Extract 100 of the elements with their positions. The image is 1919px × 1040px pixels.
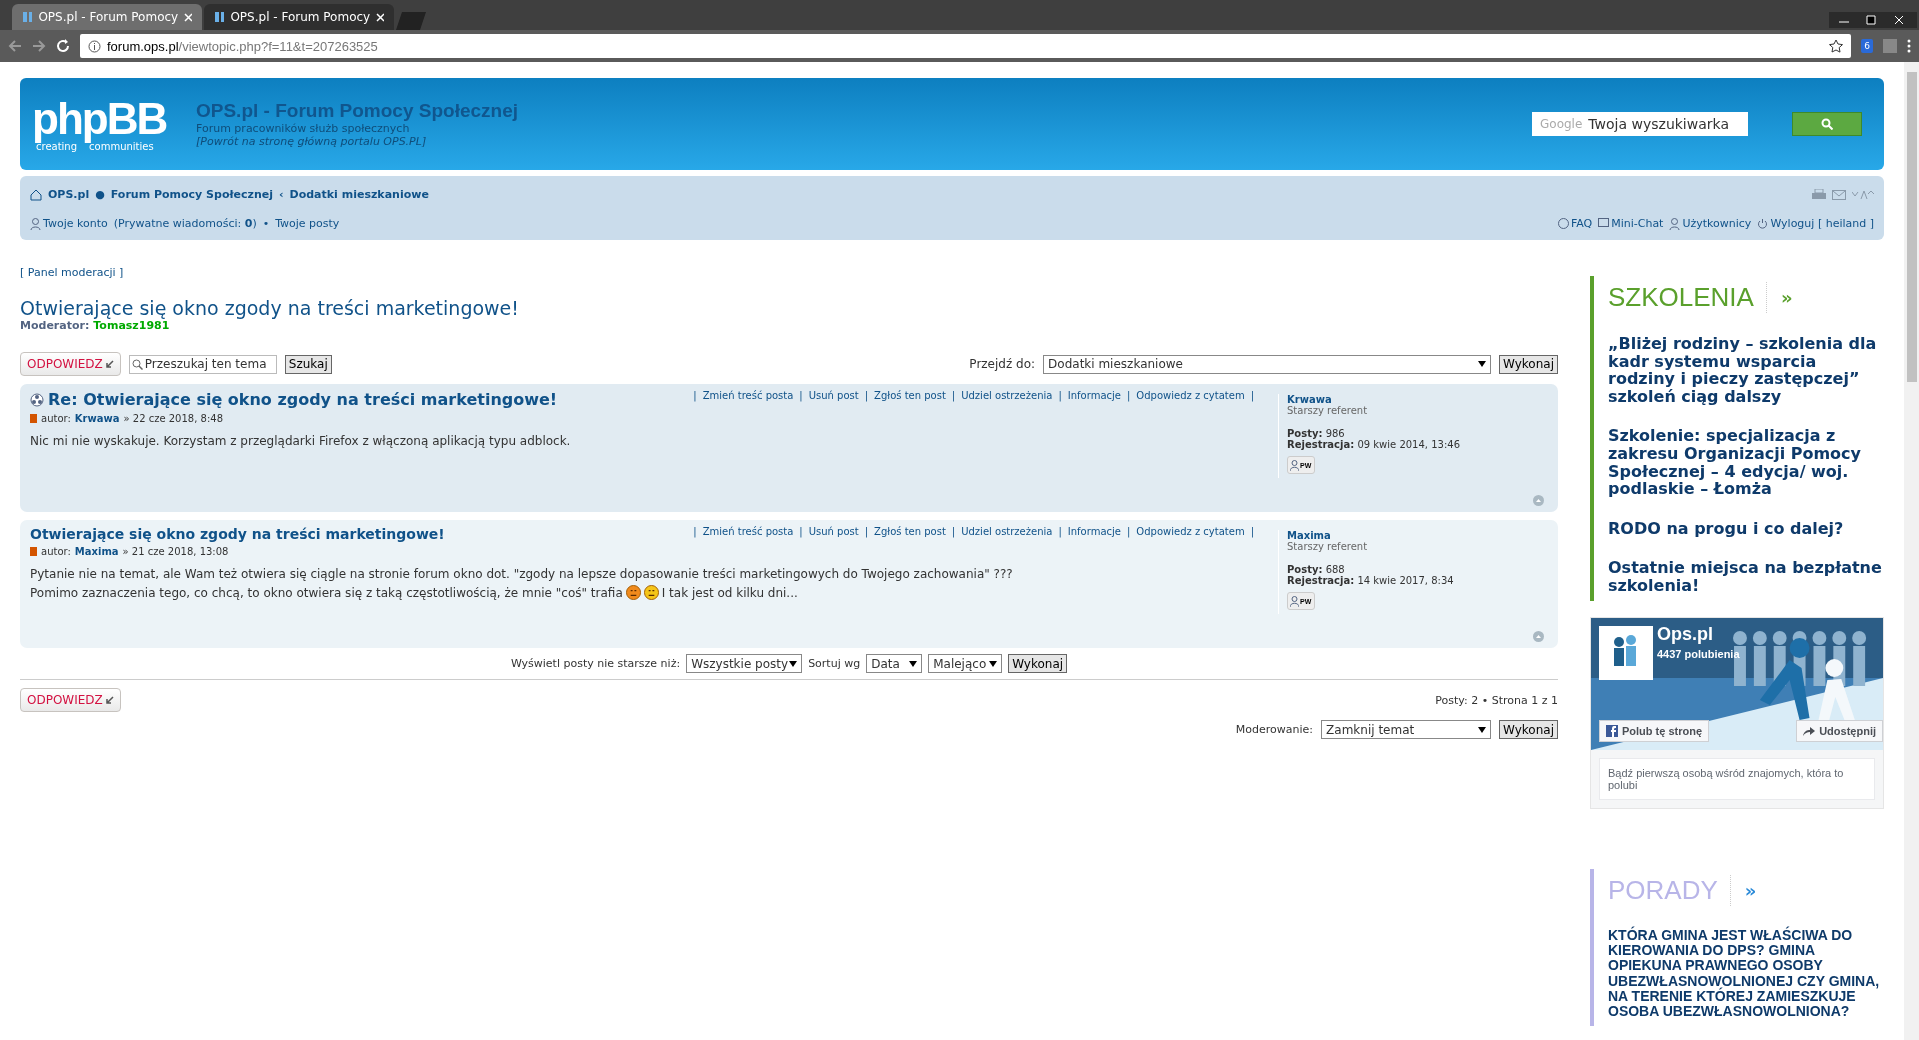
font-size-icon[interactable] — [1852, 189, 1874, 200]
post-action-link[interactable]: Odpowiedz z cytatem — [1136, 390, 1245, 401]
post-action-link[interactable]: Zmień treść posta — [702, 526, 794, 537]
dropdown-select[interactable]: Wszystkie posty — [686, 654, 803, 673]
post-action-link[interactable]: Informacje — [1067, 390, 1121, 401]
account-link[interactable]: Twoje konto — [30, 217, 108, 230]
dropdown-select[interactable]: Zamknij temat — [1321, 720, 1492, 739]
divider: | — [799, 526, 803, 537]
author-link[interactable]: Maxima — [74, 546, 119, 557]
share-button[interactable]: Udostępnij — [1796, 719, 1883, 742]
user-icon — [1290, 595, 1299, 607]
post-action-link[interactable]: Udziel ostrzeżenia — [961, 390, 1053, 401]
topic-search-field[interactable]: Przeszukaj ten tema — [128, 354, 277, 374]
moderator-label: Moderator: — [20, 319, 90, 332]
topic-title[interactable]: Otwierające się okno zgody na treści marketingowe! — [20, 297, 1558, 319]
site-description: Forum pracowników służb społecznych — [196, 122, 411, 135]
post-action-link[interactable]: Odpowiedz z cytatem — [1136, 526, 1245, 537]
breadcrumb-separator: ‹ — [279, 188, 284, 201]
browser-tab[interactable]: OPS.pl - Forum Pomocy — [12, 4, 202, 30]
info-icon — [88, 39, 101, 53]
post-action-link[interactable]: Usuń post — [808, 390, 859, 401]
unread-icon — [30, 392, 44, 407]
go-button[interactable]: Wykonaj — [1008, 654, 1068, 673]
dropdown-select[interactable]: Dodatki mieszkaniowe — [1043, 354, 1492, 374]
mail-icon[interactable] — [1832, 189, 1846, 200]
go-button[interactable]: Wykonaj — [1499, 354, 1558, 374]
article-link[interactable]: „Bliżej rodziny – szkolenia dla kadr systemu wsparcia rodziny i pieczy zastępczej” szkoleń ciąg dalszy — [1608, 335, 1884, 406]
post-date: » 21 cze 2018, 13:08 — [122, 546, 229, 557]
author-link[interactable]: Krwawa — [74, 413, 120, 424]
extension-badge[interactable]: 6 — [1861, 39, 1873, 53]
divider: | — [1126, 390, 1131, 401]
post-icon — [30, 414, 37, 423]
close-icon[interactable] — [376, 12, 384, 22]
reply-button[interactable]: ODPOWIEDZ — [20, 352, 121, 376]
address-bar[interactable]: forum.ops.pl/viewtopic.php?f=11&t=207263525 — [80, 34, 1852, 58]
post-action-link[interactable]: Zgłoś ten post — [874, 526, 946, 537]
filter-label: Wyświetl posty nie starsze niż: — [510, 657, 681, 670]
reply-button[interactable]: ODPOWIEDZ — [20, 688, 121, 712]
facebook-note: Bądź pierwszą osobą wśród znajomych, która to polubi — [1599, 757, 1875, 800]
new-tab-icon[interactable] — [396, 10, 426, 30]
home-icon[interactable] — [30, 188, 42, 201]
userbar-link[interactable]: Mini-Chat — [1598, 217, 1664, 230]
userbar-link[interactable]: Wyloguj [ heiland ] — [1757, 217, 1874, 230]
user-icon — [1290, 459, 1299, 471]
search-field[interactable]: Google Twoja wyszukiwarka — [1532, 112, 1748, 136]
posts-count: 986 — [1325, 428, 1345, 439]
dropdown-select[interactable]: Malejąco — [928, 654, 1003, 673]
post-action-link[interactable]: Usuń post — [808, 526, 859, 537]
reply-arrow-icon — [105, 360, 114, 368]
forward-icon[interactable] — [32, 39, 46, 53]
back-to-top-icon[interactable] — [1533, 495, 1544, 506]
registration-label: Rejestracja: — [1287, 575, 1355, 586]
divider: | — [951, 390, 956, 401]
post-action-link[interactable]: Informacje — [1067, 526, 1121, 537]
go-button[interactable]: Wykonaj — [1499, 720, 1558, 739]
article-link[interactable]: Szkolenie: specjalizacja z zakresu Organizacji Pomocy Społecznej – 4 edycja/ woj. podlaskie – Łomża — [1608, 427, 1884, 498]
profile-name[interactable]: Maxima — [1287, 530, 1548, 541]
user-rank: Starszy referent — [1287, 541, 1369, 552]
post-title[interactable]: Re: Otwierające się okno zgody na treści marketingowe! — [30, 390, 558, 409]
article-link[interactable]: Ostatnie miejsca na bezpłatne szkolenia! — [1608, 559, 1884, 595]
browser-tab[interactable]: OPS.pl - Forum Pomocy — [204, 4, 394, 30]
search-button[interactable]: Szukaj — [284, 354, 332, 374]
like-button[interactable]: Polub tę stronę — [1599, 719, 1710, 742]
reload-icon[interactable] — [56, 39, 70, 53]
back-to-top-icon[interactable] — [1533, 631, 1544, 642]
userbar-link[interactable]: Użytkownicy — [1669, 217, 1752, 230]
breadcrumb-link[interactable]: OPS.pl — [48, 188, 90, 201]
search-button[interactable] — [1792, 112, 1862, 136]
post-text: I tak jest od kilku dni... — [661, 585, 798, 600]
reply-arrow-icon — [105, 696, 114, 704]
sort-label: Sortuj wg — [808, 657, 861, 670]
more-link[interactable]: » — [1744, 879, 1757, 901]
post-text: Pytanie nie na temat, ale Wam też otwiera się ciągle na stronie forum okno dot. "zgody na lepsze dopasowanie treści marketingowych do Twojego zachowania" ??? — [30, 567, 1013, 581]
scrollbar[interactable] — [1904, 62, 1919, 1040]
post-action-link[interactable]: Zmień treść posta — [702, 390, 794, 401]
divider: | — [693, 526, 697, 537]
menu-icon[interactable] — [1907, 39, 1911, 53]
back-icon[interactable] — [8, 39, 22, 53]
star-icon[interactable] — [1829, 39, 1844, 53]
article-link[interactable]: RODO na progu i co dalej? — [1608, 519, 1884, 538]
page-name[interactable]: Ops.pl — [1657, 623, 1713, 645]
print-icon[interactable] — [1812, 188, 1826, 201]
likes-count: 4437 polubienia — [1657, 647, 1740, 660]
breadcrumb-link[interactable]: Dodatki mieszkaniowe — [289, 188, 429, 201]
profile-name[interactable]: Krwawa — [1287, 394, 1548, 405]
window-controls-icon[interactable] — [1829, 10, 1919, 30]
dropdown-arrow-icon — [989, 660, 998, 667]
my-posts-link[interactable]: Twoje posty — [275, 217, 340, 230]
dropdown-select[interactable]: Data — [866, 654, 923, 673]
messages-link[interactable]: (Prywatne wiadomości: 0) — [113, 217, 257, 230]
userbar-link[interactable]: FAQ — [1557, 217, 1593, 230]
divider: | — [864, 390, 869, 401]
article-link[interactable]: KTÓRA GMINA JEST WŁAŚCIWA DO KIEROWANIA DO DPS? GMINA OPIEKUNA PRAWNEGO OSOBY UBEZWŁASNOWOLNIONEJ CZY GMINA, NA TERENIE KTÓREJ ZAMIESZKUJE OSOBA UBEZWŁASNOWOLNIONA? — [1608, 927, 1884, 1020]
chat-icon — [1598, 218, 1610, 229]
divider: | — [799, 390, 803, 401]
post-action-link[interactable]: Udziel ostrzeżenia — [961, 526, 1053, 537]
post-action-link[interactable]: Zgłoś ten post — [874, 390, 946, 401]
moderation-panel-link[interactable]: [ Panel moderacji ] — [20, 266, 1558, 279]
breadcrumb-link[interactable]: Forum Pomocy Społecznej — [110, 188, 273, 201]
post-title[interactable]: Otwierające się okno zgody na treści marketingowe! — [30, 526, 445, 542]
